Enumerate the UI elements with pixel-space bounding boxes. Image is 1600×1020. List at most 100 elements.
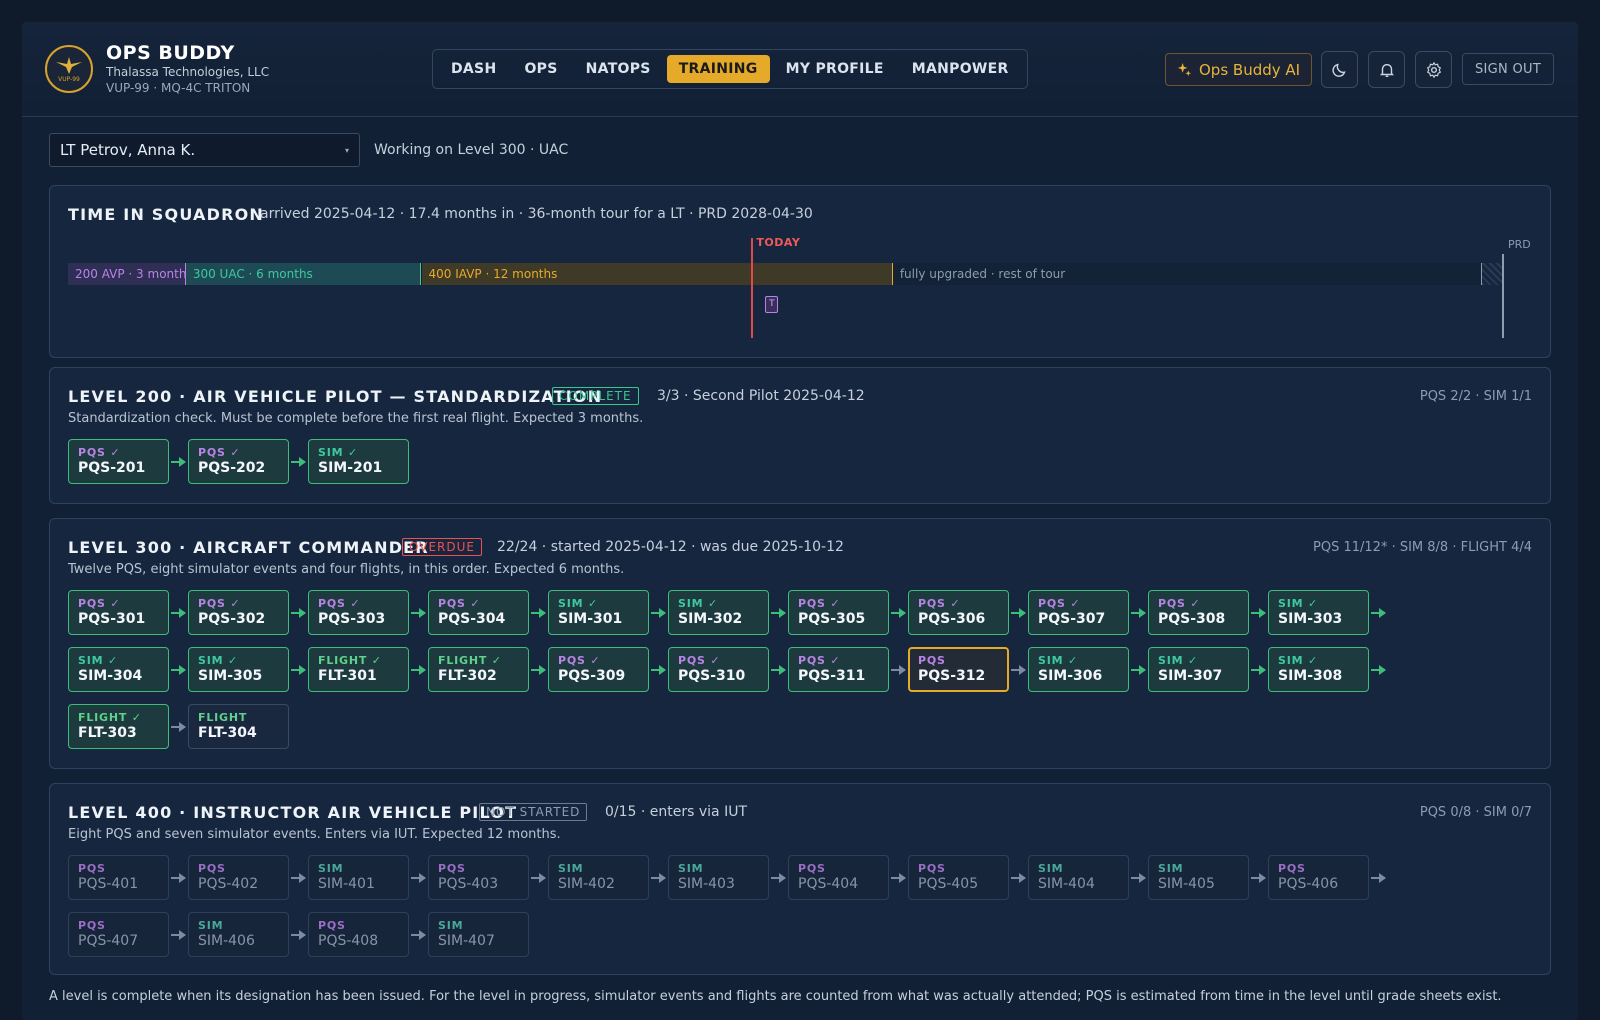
training-node-sim-402[interactable]: SIM SIM-402: [548, 855, 649, 900]
arrow-right-icon: [171, 722, 186, 732]
node-id: SIM-201: [318, 460, 383, 476]
arrow-right-icon: [171, 930, 186, 940]
node-type: SIM ✓: [78, 654, 119, 667]
training-node-pqs-309[interactable]: PQS ✓ PQS-309: [548, 647, 649, 692]
nav-item-training[interactable]: TRAINING: [666, 55, 770, 83]
nav-item-dash[interactable]: DASH: [439, 55, 508, 83]
node-id: PQS-310: [678, 668, 746, 684]
arrow-right-icon: [171, 457, 186, 467]
notifications-button[interactable]: [1368, 51, 1405, 88]
training-node-pqs-306[interactable]: PQS ✓ PQS-306: [908, 590, 1009, 635]
training-node-sim-303[interactable]: SIM ✓ SIM-303: [1268, 590, 1369, 635]
node-id: SIM-303: [1278, 611, 1343, 627]
training-node-sim-406[interactable]: SIM SIM-406: [188, 912, 289, 957]
training-node-pqs-202[interactable]: PQS ✓ PQS-202: [188, 439, 289, 484]
arrow-right-icon: [171, 665, 186, 675]
prd-label: PRD: [1508, 238, 1531, 251]
level-title: LEVEL 400 · INSTRUCTOR AIR VEHICLE PILOT: [68, 803, 518, 822]
node-id: PQS-401: [78, 876, 139, 892]
training-node-pqs-305[interactable]: PQS ✓ PQS-305: [788, 590, 889, 635]
ops-buddy-ai-button[interactable]: Ops Buddy AI: [1165, 53, 1313, 86]
training-node-pqs-311[interactable]: PQS ✓ PQS-311: [788, 647, 889, 692]
arrow-right-icon: [171, 873, 186, 883]
node-id: SIM-306: [1038, 668, 1103, 684]
training-node-pqs-307[interactable]: PQS ✓ PQS-307: [1028, 590, 1129, 635]
training-node-sim-306[interactable]: SIM ✓ SIM-306: [1028, 647, 1129, 692]
training-marker[interactable]: T: [765, 296, 779, 313]
training-node-sim-307[interactable]: SIM ✓ SIM-307: [1148, 647, 1249, 692]
training-node-sim-407[interactable]: SIM SIM-407: [428, 912, 529, 957]
pilot-select[interactable]: LT Petrov, Anna K. ▾: [49, 133, 360, 167]
training-node-flt-303[interactable]: FLIGHT ✓ FLT-303: [68, 704, 169, 749]
training-node-sim-305[interactable]: SIM ✓ SIM-305: [188, 647, 289, 692]
training-node-sim-308[interactable]: SIM ✓ SIM-308: [1268, 647, 1369, 692]
level-title: LEVEL 300 · AIRCRAFT COMMANDER: [68, 538, 429, 557]
training-node-flt-301[interactable]: FLIGHT ✓ FLT-301: [308, 647, 409, 692]
training-node-pqs-404[interactable]: PQS PQS-404: [788, 855, 889, 900]
sign-out-button[interactable]: SIGN OUT: [1462, 53, 1555, 85]
node-id: SIM-301: [558, 611, 623, 627]
settings-button[interactable]: [1415, 51, 1452, 88]
node-type: PQS: [1278, 862, 1306, 875]
nav-item-my-profile[interactable]: MY PROFILE: [774, 55, 896, 83]
training-node-pqs-308[interactable]: PQS ✓ PQS-308: [1148, 590, 1249, 635]
training-node-sim-301[interactable]: SIM ✓ SIM-301: [548, 590, 649, 635]
arrow-right-icon: [411, 608, 426, 618]
training-node-sim-404[interactable]: SIM SIM-404: [1028, 855, 1129, 900]
training-node-pqs-303[interactable]: PQS ✓ PQS-303: [308, 590, 409, 635]
training-node-pqs-407[interactable]: PQS PQS-407: [68, 912, 169, 957]
training-node-flt-304[interactable]: FLIGHT FLT-304: [188, 704, 289, 749]
node-type: PQS: [78, 862, 106, 875]
training-node-pqs-304[interactable]: PQS ✓ PQS-304: [428, 590, 529, 635]
nav-item-ops[interactable]: OPS: [512, 55, 569, 83]
node-id: PQS-407: [78, 933, 139, 949]
node-id: PQS-404: [798, 876, 859, 892]
arrow-right-icon: [1371, 608, 1386, 618]
training-node-pqs-405[interactable]: PQS PQS-405: [908, 855, 1009, 900]
training-node-pqs-403[interactable]: PQS PQS-403: [428, 855, 529, 900]
training-node-sim-403[interactable]: SIM SIM-403: [668, 855, 769, 900]
training-node-sim-201[interactable]: SIM ✓ SIM-201: [308, 439, 409, 484]
node-id: PQS-408: [318, 933, 379, 949]
arrow-right-icon: [411, 665, 426, 675]
pilot-select-value: LT Petrov, Anna K.: [60, 141, 196, 159]
training-node-flt-302[interactable]: FLIGHT ✓ FLT-302: [428, 647, 529, 692]
node-id: PQS-302: [198, 611, 266, 627]
training-node-pqs-401[interactable]: PQS PQS-401: [68, 855, 169, 900]
nav-item-natops[interactable]: NATOPS: [574, 55, 663, 83]
node-type: PQS ✓: [1038, 597, 1081, 610]
node-id: PQS-304: [438, 611, 506, 627]
node-id: SIM-407: [438, 933, 495, 949]
training-node-pqs-406[interactable]: PQS PQS-406: [1268, 855, 1369, 900]
training-node-pqs-301[interactable]: PQS ✓ PQS-301: [68, 590, 169, 635]
level-description: Eight PQS and seven simulator events. En…: [68, 827, 561, 842]
training-node-sim-302[interactable]: SIM ✓ SIM-302: [668, 590, 769, 635]
nav-item-manpower[interactable]: MANPOWER: [900, 55, 1021, 83]
arrow-right-icon: [411, 873, 426, 883]
tour-timeline: 200 AVP · 3 months 300 UAC · 6 months 400 …: [68, 263, 1502, 285]
node-type: PQS: [318, 919, 346, 932]
node-type: FLIGHT ✓: [438, 654, 502, 667]
node-type: PQS ✓: [318, 597, 361, 610]
training-node-sim-405[interactable]: SIM SIM-405: [1148, 855, 1249, 900]
theme-toggle-button[interactable]: [1321, 51, 1358, 88]
training-node-pqs-408[interactable]: PQS PQS-408: [308, 912, 409, 957]
training-node-sim-304[interactable]: SIM ✓ SIM-304: [68, 647, 169, 692]
training-node-pqs-201[interactable]: PQS ✓ PQS-201: [68, 439, 169, 484]
node-type: PQS: [918, 654, 946, 667]
node-type: PQS ✓: [438, 597, 481, 610]
training-node-sim-401[interactable]: SIM SIM-401: [308, 855, 409, 900]
arrow-right-icon: [531, 873, 546, 883]
training-node-pqs-310[interactable]: PQS ✓ PQS-310: [668, 647, 769, 692]
node-type: PQS: [798, 862, 826, 875]
timeline-segment: 400 IAVP · 12 months: [421, 263, 893, 285]
node-type: PQS: [78, 919, 106, 932]
training-node-pqs-302[interactable]: PQS ✓ PQS-302: [188, 590, 289, 635]
timeline-track: 200 AVP · 3 months 300 UAC · 6 months 400 …: [68, 263, 1482, 285]
level-counts: PQS 0/8 · SIM 0/7: [1419, 805, 1532, 820]
arrow-right-icon: [291, 665, 306, 675]
training-node-pqs-402[interactable]: PQS PQS-402: [188, 855, 289, 900]
training-node-pqs-312[interactable]: PQS PQS-312: [908, 647, 1009, 692]
level-400-card: LEVEL 400 · INSTRUCTOR AIR VEHICLE PILOT…: [49, 783, 1551, 975]
arrow-right-icon: [531, 608, 546, 618]
